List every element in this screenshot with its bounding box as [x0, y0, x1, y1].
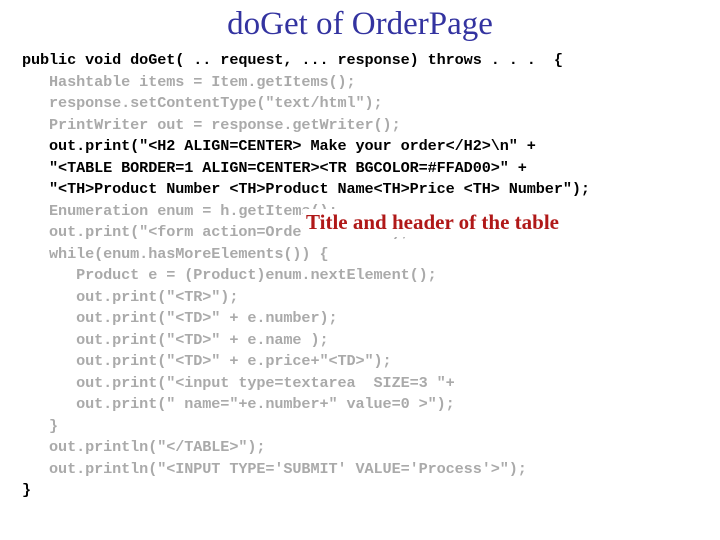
code-line: out.println("</TABLE>"); — [22, 438, 266, 456]
code-line: public void doGet( .. request, ... respo… — [22, 51, 563, 69]
code-line: } — [22, 416, 59, 435]
code-line: out.print("<TR>"); — [22, 287, 239, 306]
code-line: out.print(" name="+e.number+" value=0 >"… — [22, 395, 455, 413]
code-line: } — [22, 481, 32, 499]
code-line: out.print("<TD>" + e.name ); — [22, 330, 329, 349]
code-line: out.print("<TD>" + e.price+"<TD>"); — [22, 352, 392, 370]
code-line: while(enum.hasMoreElements()) { — [22, 244, 329, 263]
code-line: response.setContentType("text/html"); — [22, 94, 383, 112]
code-line: out.println("<INPUT TYPE='SUBMIT' VALUE=… — [22, 459, 527, 478]
code-line: out.print("<input type=textarea SIZE=3 "… — [22, 373, 455, 392]
code-line: Hashtable items = Item.getItems(); — [22, 72, 356, 91]
annotation-title-and-header: Title and header of the table — [303, 209, 562, 237]
code-line: PrintWriter out = response.getWriter(); — [22, 115, 401, 134]
code-line: out.print("<TD>" + e.number); — [22, 309, 338, 327]
code-line: Product e = (Product)enum.nextElement(); — [22, 266, 437, 284]
code-line: "<TH>Product Number <TH>Product Name<TH>… — [22, 180, 590, 198]
slide-canvas: doGet of OrderPage public void doGet( ..… — [0, 0, 720, 540]
code-line: out.print("<H2 ALIGN=CENTER> Make your o… — [22, 137, 536, 155]
code-line: "<TABLE BORDER=1 ALIGN=CENTER><TR BGCOLO… — [22, 158, 527, 177]
code-listing: public void doGet( .. request, ... respo… — [0, 50, 720, 502]
page-title: doGet of OrderPage — [227, 6, 493, 42]
